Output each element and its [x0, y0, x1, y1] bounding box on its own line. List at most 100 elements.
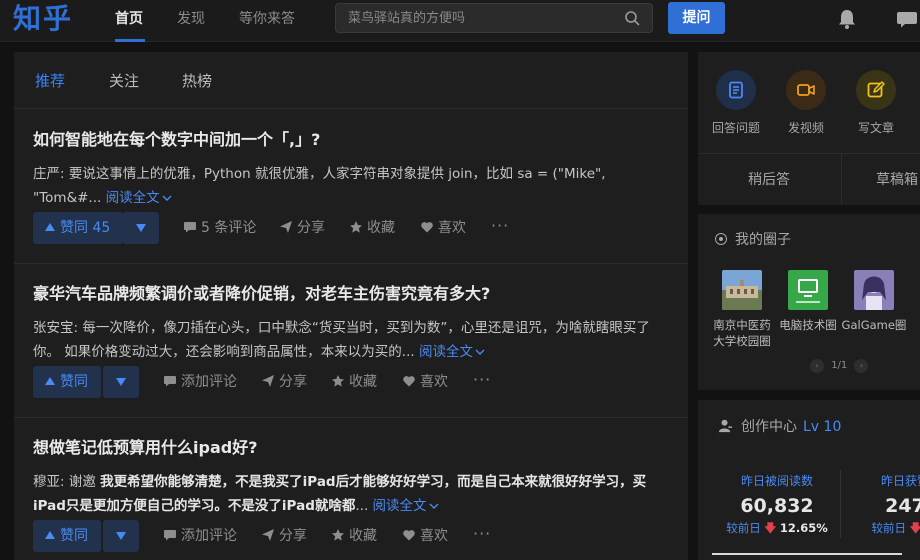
favorite-button[interactable]: 收藏 [349, 212, 395, 244]
campus-image [722, 270, 762, 310]
star-icon [350, 221, 362, 233]
downvote-arrow-icon [116, 378, 126, 386]
write-article-shortcut[interactable]: 写文章 [846, 70, 906, 135]
search-input[interactable] [348, 9, 618, 27]
downvote-button[interactable] [103, 366, 139, 398]
anime-art-image [854, 270, 894, 310]
share-button[interactable]: 分享 [279, 212, 325, 244]
favorite-button[interactable]: 收藏 [331, 520, 377, 552]
prev-page-button[interactable]: ‹ [810, 359, 824, 373]
answer-question-shortcut[interactable]: 回答问题 [706, 70, 766, 135]
stat-value: 60,832 [740, 495, 814, 517]
video-camera-icon [797, 84, 815, 96]
answer-question-label: 回答问题 [711, 121, 760, 135]
tab-hot[interactable]: 热榜 [182, 72, 212, 90]
tab-follow[interactable]: 关注 [109, 72, 139, 90]
downvote-button[interactable] [103, 520, 139, 552]
next-page-button[interactable]: › [854, 359, 869, 373]
notification-bell-icon[interactable] [836, 8, 858, 30]
creator-center-label: 创作中心 [741, 419, 797, 435]
stat-delta-prefix: 较前日 [726, 521, 761, 535]
circle-name: GalGame圈 [841, 318, 907, 332]
pencil-edit-icon [867, 81, 885, 98]
downvote-arrow-icon [136, 224, 146, 232]
answer-author: 张安宝: [33, 320, 79, 336]
answer-excerpt[interactable]: 庄严: 要说这事情上的优雅，Python 就很优雅，人家字符串对象提供 join… [33, 162, 673, 210]
like-button[interactable]: 喜欢 [402, 520, 448, 552]
downvote-button[interactable] [123, 212, 159, 244]
circles-pager: ‹ 1/1 › [810, 359, 869, 373]
read-more-link[interactable]: 阅读全文 [373, 498, 439, 514]
pager-label: 1/1 [831, 360, 848, 371]
stat-label: 昨日获赞 [880, 474, 920, 488]
post-video-label: 发视频 [787, 121, 824, 135]
question-title[interactable]: 豪华汽车品牌频繁调价或者降价促销，对老车主伤害究竟有多大? [33, 284, 490, 304]
answer-excerpt[interactable]: 张安宝: 每一次降价，像刀插在心头，口中默念“货买当时，买到为数”，心里还是诅咒… [33, 316, 673, 364]
nav-waiting-answers[interactable]: 等你来答 [239, 10, 295, 28]
ask-question-button[interactable]: 提问 [668, 2, 725, 34]
favorite-label: 收藏 [367, 220, 395, 236]
creator-center-title[interactable]: 创作中心 Lv 10 [718, 418, 841, 435]
my-circles-panel: 我的圈子 南京中医药大学校园圈 电脑技术圈 GalGame圈 ‹ 1/1 › [698, 214, 920, 390]
star-icon [332, 375, 344, 387]
upvote-label: 赞同 45 [60, 220, 111, 236]
comment-icon [184, 222, 196, 233]
my-circles-title: 我的圈子 [715, 232, 791, 248]
document-icon [729, 81, 743, 99]
search-box[interactable] [335, 3, 653, 33]
zhihu-logo[interactable]: 知乎 [13, 2, 73, 36]
share-icon [280, 221, 292, 233]
excerpt-text: 每一次降价，像刀插在心头，口中默念“货买当时，买到为数”，心里还是诅咒，为啥就瞎… [33, 320, 650, 360]
like-button[interactable]: 喜欢 [420, 212, 466, 244]
upvote-button[interactable]: 赞同 45 [33, 212, 124, 244]
chevron-down-icon [475, 349, 485, 355]
post-video-shortcut[interactable]: 发视频 [776, 70, 836, 135]
tab-recommend[interactable]: 推荐 [35, 72, 65, 90]
read-more-link[interactable]: 阅读全文 [419, 344, 485, 360]
comment-button[interactable]: 添加评论 [163, 366, 237, 398]
feed-item: 豪华汽车品牌频繁调价或者降价促销，对老车主伤害究竟有多大? 张安宝: 每一次降价… [14, 264, 688, 418]
share-button[interactable]: 分享 [261, 520, 307, 552]
answer-actions: 赞同 添加评论 分享 收藏 喜欢 ··· [33, 366, 673, 398]
excerpt-ellipsis: ... [355, 498, 369, 514]
more-options-button[interactable]: ··· [473, 366, 491, 398]
panel-divider-vertical [841, 154, 842, 205]
question-title[interactable]: 想做笔记低预算用什么ipad好? [33, 438, 257, 458]
favorite-button[interactable]: 收藏 [331, 366, 377, 398]
upvote-button[interactable]: 赞同 [33, 366, 101, 398]
read-more-link[interactable]: 阅读全文 [106, 190, 172, 206]
answer-later-link[interactable]: 稍后答 [748, 172, 790, 188]
feed-item: 想做笔记低预算用什么ipad好? 穆亚: 谢邀 我更希望你能够清楚，不是我买了i… [14, 418, 688, 560]
write-icon-circle [856, 70, 896, 110]
share-button[interactable]: 分享 [261, 366, 307, 398]
message-icon[interactable] [896, 8, 918, 30]
question-title[interactable]: 如何智能地在每个数字中间加一个「,」? [33, 130, 320, 150]
upvote-label: 赞同 [60, 528, 88, 544]
circle-item[interactable]: 南京中医药大学校园圈 [709, 270, 775, 349]
stat-reads[interactable]: 昨日被阅读数 60,832 较前日 🡇 12.65% [722, 474, 832, 535]
upvote-button[interactable]: 赞同 [33, 520, 101, 552]
drafts-link[interactable]: 草稿箱 [876, 172, 918, 188]
search-icon[interactable] [624, 10, 640, 26]
nav-home[interactable]: 首页 [115, 10, 143, 28]
stat-upvotes[interactable]: 昨日获赞 247 较前日 🡇 1( [850, 474, 920, 535]
stat-delta-value: 12.65% [779, 521, 828, 535]
comment-icon [164, 530, 176, 541]
comment-label: 5 条评论 [201, 220, 257, 236]
share-icon [262, 375, 274, 387]
favorite-label: 收藏 [349, 528, 377, 544]
circle-item[interactable]: GalGame圈 [841, 270, 907, 333]
more-options-button[interactable]: ··· [491, 212, 509, 244]
answer-excerpt[interactable]: 穆亚: 谢邀 我更希望你能够清楚，不是我买了iPad后才能够好好学习，而是自己本… [33, 470, 673, 518]
circle-item[interactable]: 电脑技术圈 [775, 270, 841, 333]
circle-name: 电脑技术圈 [779, 318, 837, 332]
comment-button[interactable]: 添加评论 [163, 520, 237, 552]
more-options-button[interactable]: ··· [473, 520, 491, 552]
answer-author: 庄严: [33, 166, 65, 182]
circle-name: 南京中医药大学校园圈 [713, 318, 771, 348]
like-button[interactable]: 喜欢 [402, 366, 448, 398]
comment-button[interactable]: 5 条评论 [183, 212, 256, 244]
computer-monitor-icon [788, 270, 828, 310]
nav-discover[interactable]: 发现 [177, 10, 205, 28]
feed-item: 如何智能地在每个数字中间加一个「,」? 庄严: 要说这事情上的优雅，Python… [14, 110, 688, 264]
